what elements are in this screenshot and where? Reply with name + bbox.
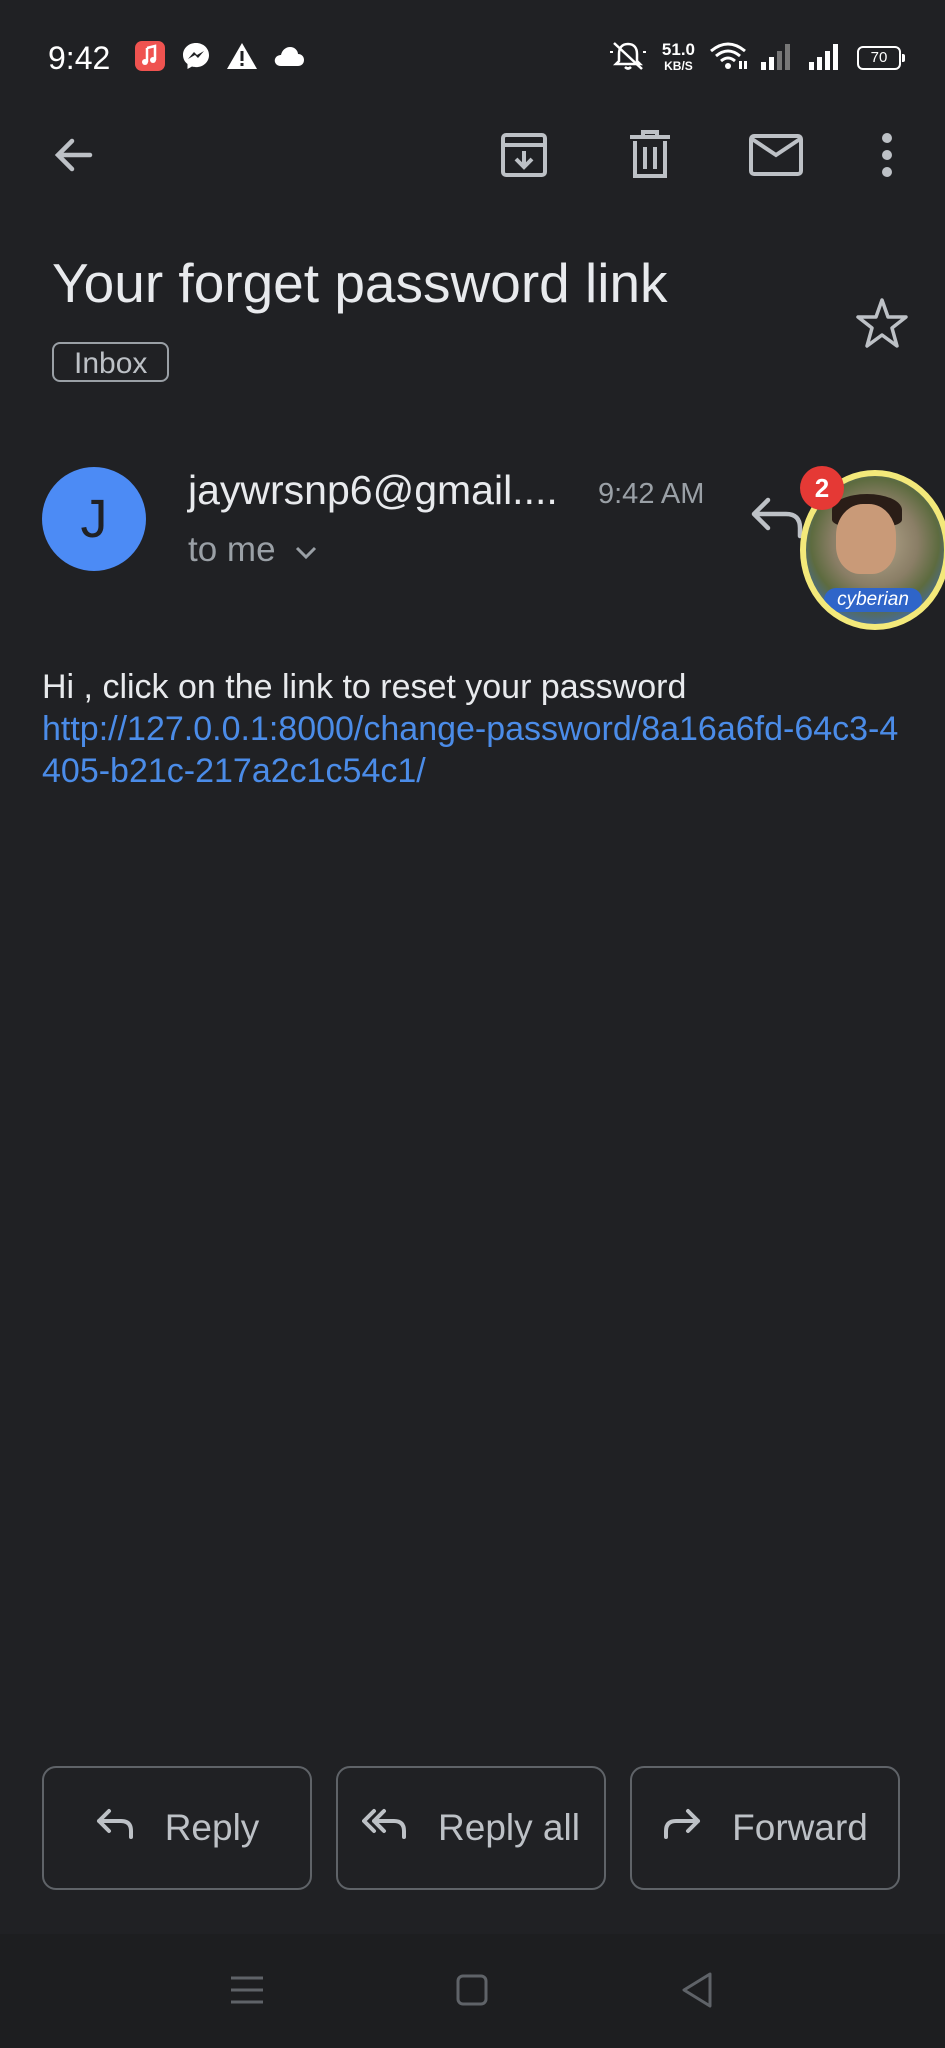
more-vert-icon[interactable]: [857, 125, 917, 185]
forward-icon: [662, 1807, 702, 1850]
network-speed: 51.0 KB/S: [661, 40, 695, 73]
signal-icon: [761, 42, 795, 75]
battery-indicator: 70: [857, 46, 905, 70]
home-icon[interactable]: [450, 1968, 494, 2012]
label-chip-inbox[interactable]: Inbox: [52, 342, 170, 382]
chat-head-photo: [836, 504, 896, 574]
back-arrow-icon[interactable]: [42, 125, 102, 185]
star-icon[interactable]: [852, 294, 912, 354]
email-body-text: Hi , click on the link to reset your pas…: [42, 668, 687, 706]
archive-icon[interactable]: [494, 125, 554, 185]
sender-avatar[interactable]: J: [42, 467, 146, 571]
reply-icon[interactable]: [748, 494, 804, 544]
status-time: 9:42: [48, 40, 111, 76]
reply-all-button-label: Reply all: [438, 1807, 580, 1848]
recipient-label: to me: [188, 530, 276, 569]
delete-icon[interactable]: [620, 125, 680, 185]
cloud-icon: [272, 44, 306, 73]
chat-head-caption: cyberian: [824, 588, 922, 612]
email-subject: Your forget password link: [52, 252, 668, 314]
messenger-icon: [180, 40, 212, 77]
status-system-icons: 51.0 KB/S 70: [608, 36, 905, 80]
reply-all-icon: [362, 1807, 408, 1850]
forward-button[interactable]: Forward: [630, 1766, 900, 1890]
mute-icon: [608, 40, 648, 77]
status-notification-icons: [134, 40, 306, 76]
reset-password-link[interactable]: http://127.0.0.1:8000/change-password/8a…: [42, 708, 902, 792]
chevron-down-icon: [294, 528, 318, 572]
recipient-details[interactable]: to me: [188, 528, 318, 572]
back-nav-icon[interactable]: [675, 1968, 719, 2012]
email-time: 9:42 AM: [598, 478, 705, 510]
reply-all-button[interactable]: Reply all: [336, 1766, 606, 1890]
notification-badge: 2: [800, 466, 844, 510]
reply-icon: [95, 1807, 135, 1850]
menu-icon[interactable]: [225, 1968, 269, 2012]
forward-button-label: Forward: [732, 1807, 868, 1848]
music-app-icon: [134, 40, 166, 77]
wifi-icon: [709, 41, 747, 76]
mark-unread-icon[interactable]: [746, 125, 806, 185]
warning-icon: [226, 41, 258, 76]
sender-name[interactable]: jaywrsnp6@gmail....: [188, 464, 558, 516]
reply-button[interactable]: Reply: [42, 1766, 312, 1890]
signal-icon: [809, 42, 843, 75]
reply-button-label: Reply: [164, 1807, 260, 1848]
